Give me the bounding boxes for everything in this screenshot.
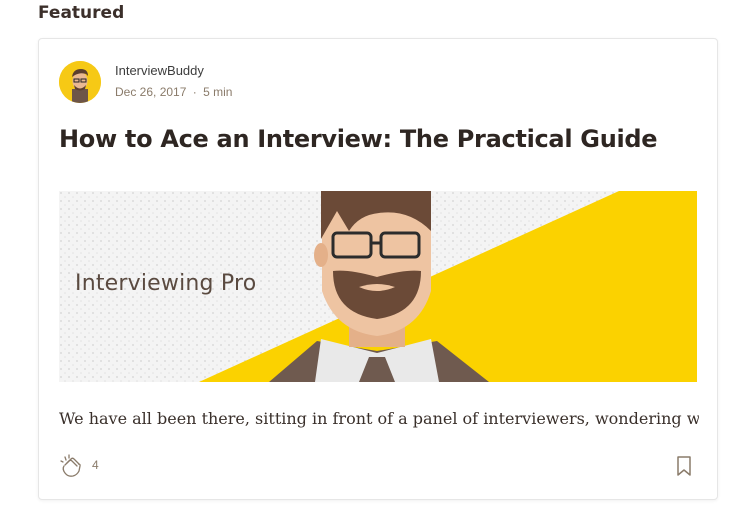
read-time: 5 min [203, 85, 233, 99]
clap-icon[interactable] [59, 453, 85, 479]
bookmark-icon[interactable] [675, 455, 693, 477]
featured-post-card[interactable]: InterviewBuddy Dec 26, 2017 · 5 min How … [38, 38, 718, 500]
post-title[interactable]: How to Ace an Interview: The Practical G… [59, 125, 699, 153]
hero-text: Interviewing Pro [75, 271, 257, 296]
post-excerpt[interactable]: We have all been there, sitting in front… [59, 409, 699, 428]
clap-count: 4 [92, 458, 99, 472]
avatar-illustration [59, 61, 101, 103]
post-meta: Dec 26, 2017 · 5 min [115, 85, 232, 99]
author-avatar[interactable] [59, 61, 101, 103]
section-title: Featured [38, 3, 125, 23]
meta-separator: · [192, 85, 197, 99]
post-date: Dec 26, 2017 [115, 85, 187, 99]
hero-image[interactable]: Interviewing Pro [59, 191, 697, 382]
author-name[interactable]: InterviewBuddy [115, 63, 204, 78]
